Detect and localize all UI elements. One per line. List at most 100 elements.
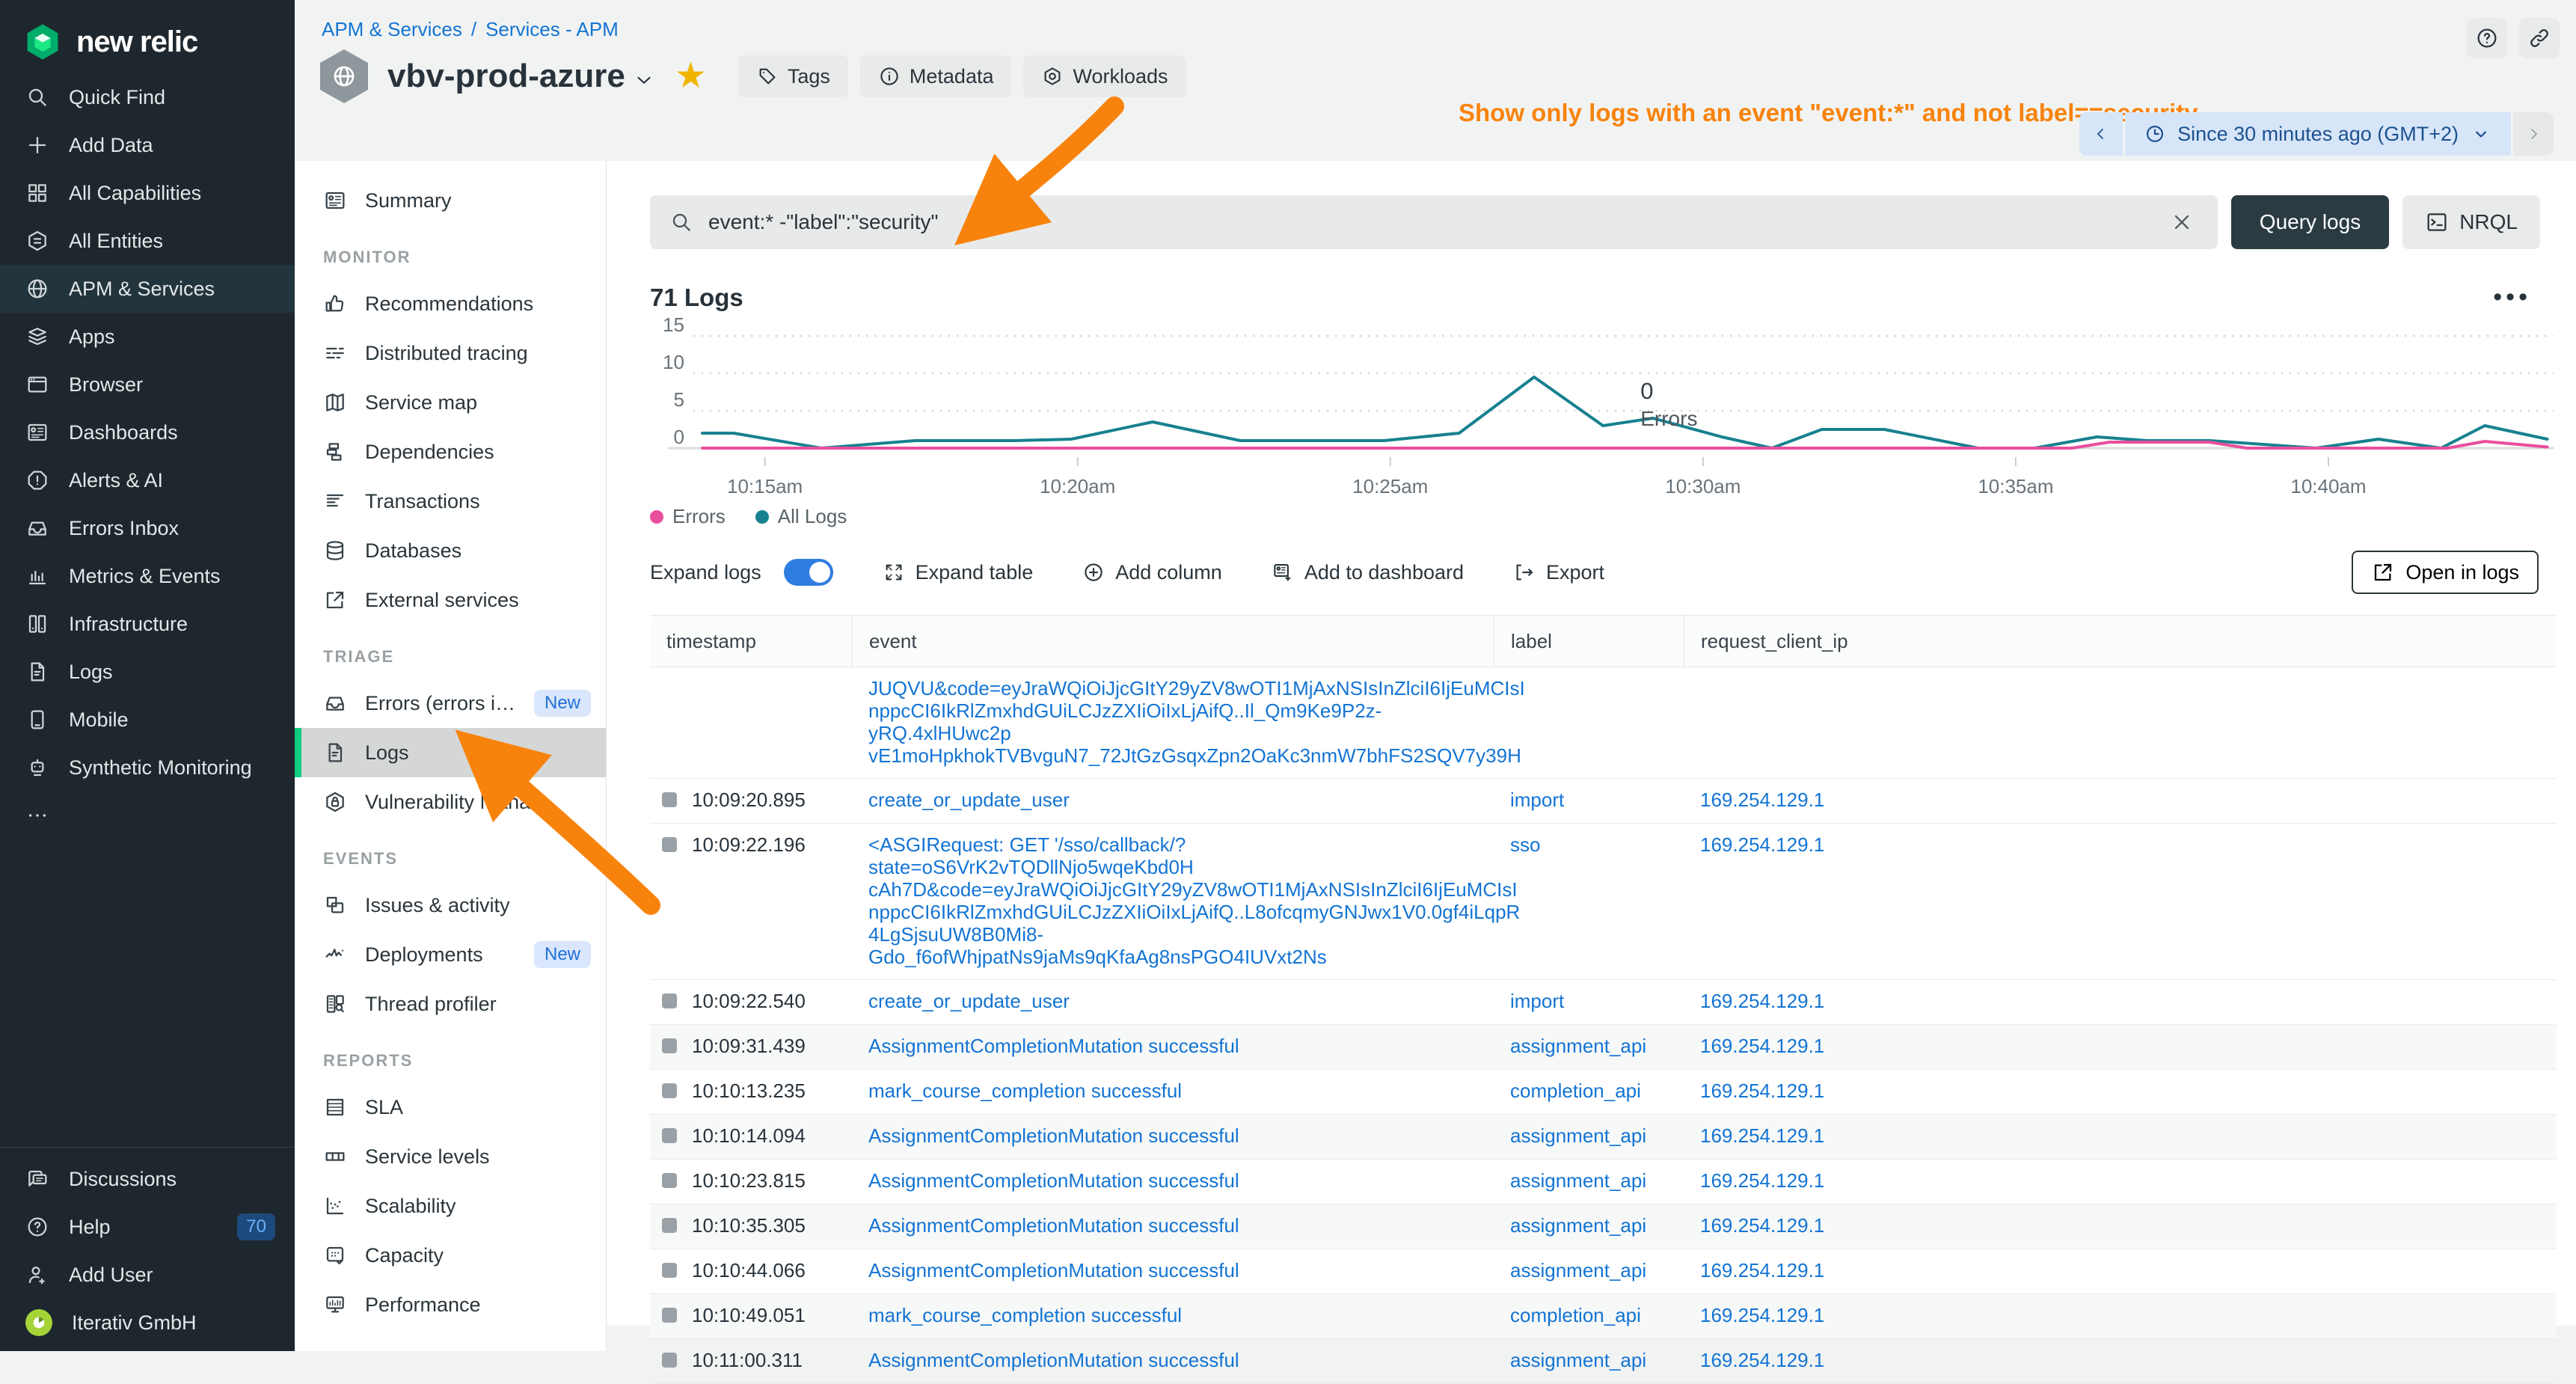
nrql-button[interactable]: NRQL xyxy=(2402,195,2540,249)
remove-column-timestamp-button[interactable] xyxy=(816,631,835,651)
table-row[interactable]: 10:11:00.311 AssignmentCompletionMutatio… xyxy=(650,1339,2557,1384)
breadcrumb-apm-services[interactable]: APM & Services xyxy=(322,18,462,40)
open-in-logs-button[interactable]: Open in logs xyxy=(2352,551,2539,594)
table-row[interactable]: 10:09:22.196 <ASGIRequest: GET '/sso/cal… xyxy=(650,824,2557,980)
newrelic-logo[interactable]: new relic xyxy=(0,0,295,63)
table-row[interactable]: 10:10:44.066 AssignmentCompletionMutatio… xyxy=(650,1249,2557,1294)
cell-label[interactable]: assignment_api xyxy=(1494,1214,1684,1237)
sidebar-item-mobile[interactable]: Mobile xyxy=(0,696,295,744)
cell-request-client-ip[interactable]: 169.254.129.1 xyxy=(1684,1035,2557,1058)
legend-all-logs[interactable]: All Logs xyxy=(755,505,847,528)
cell-event[interactable]: create_or_update_user xyxy=(852,789,1494,811)
table-row[interactable]: 10:10:13.235 mark_course_completion succ… xyxy=(650,1070,2557,1115)
cell-request-client-ip[interactable]: 169.254.129.1 xyxy=(1684,1259,2557,1282)
subnav-item-vulnerability-management[interactable]: Vulnerability Management xyxy=(295,777,606,827)
sidebar-item-add-user[interactable]: Add User xyxy=(0,1251,295,1299)
sidebar-item-help[interactable]: Help 70 xyxy=(0,1203,295,1251)
subnav-item-thread-profiler[interactable]: Thread profiler xyxy=(295,979,606,1029)
cell-event[interactable]: mark_course_completion successful xyxy=(852,1080,1494,1102)
sidebar-item-dashboards[interactable]: Dashboards xyxy=(0,408,295,456)
subnav-item-dependencies[interactable]: Dependencies xyxy=(295,427,606,477)
cell-label[interactable]: import xyxy=(1494,990,1684,1013)
cell-label[interactable]: completion_api xyxy=(1494,1080,1684,1103)
cell-request-client-ip[interactable]: 169.254.129.1 xyxy=(1684,1304,2557,1327)
table-row[interactable]: 10:09:20.895 create_or_update_user impor… xyxy=(650,779,2557,824)
sidebar-item-infrastructure[interactable]: Infrastructure xyxy=(0,600,295,648)
cell-event[interactable]: AssignmentCompletionMutation successful xyxy=(852,1214,1494,1237)
subnav-item-recommendations[interactable]: Recommendations xyxy=(295,279,606,328)
permalink-button[interactable] xyxy=(2519,18,2560,58)
sidebar-item-browser[interactable]: Browser xyxy=(0,361,295,408)
cell-label[interactable]: assignment_api xyxy=(1494,1035,1684,1058)
help-button[interactable] xyxy=(2467,18,2507,58)
cell-request-client-ip[interactable]: 169.254.129.1 xyxy=(1684,1080,2557,1103)
cell-event[interactable]: AssignmentCompletionMutation successful xyxy=(852,1169,1494,1192)
table-row[interactable]: 10:10:23.815 AssignmentCompletionMutatio… xyxy=(650,1160,2557,1204)
export-button[interactable]: Export xyxy=(1513,561,1604,584)
cell-event[interactable]: <ASGIRequest: GET '/sso/callback/?state=… xyxy=(852,833,1494,968)
table-row[interactable]: 10:10:49.051 mark_course_completion succ… xyxy=(650,1294,2557,1339)
sidebar-item-more[interactable] xyxy=(0,791,295,839)
cell-event[interactable]: create_or_update_user xyxy=(852,990,1494,1012)
subnav-item-distributed-tracing[interactable]: Distributed tracing xyxy=(295,328,606,378)
cell-request-client-ip[interactable]: 169.254.129.1 xyxy=(1684,789,2557,812)
legend-errors[interactable]: Errors xyxy=(650,505,726,528)
time-range-button[interactable]: Since 30 minutes ago (GMT+2) xyxy=(2125,112,2511,156)
cell-label[interactable]: assignment_api xyxy=(1494,1259,1684,1282)
subnav-item-issues-activity[interactable]: Issues & activity xyxy=(295,881,606,930)
sidebar-item-add-data[interactable]: Add Data xyxy=(0,121,295,169)
sidebar-item-logs[interactable]: Logs xyxy=(0,648,295,696)
cell-label[interactable]: sso xyxy=(1494,833,1684,857)
cell-event[interactable]: mark_course_completion successful xyxy=(852,1304,1494,1326)
favorite-star-icon[interactable]: ★ xyxy=(675,58,707,94)
subnav-item-transactions[interactable]: Transactions xyxy=(295,477,606,526)
entity-action-tags[interactable]: Tags xyxy=(738,55,848,97)
entity-action-workloads[interactable]: Workloads xyxy=(1023,55,1186,97)
clear-query-button[interactable] xyxy=(2165,209,2198,235)
cell-event[interactable]: AssignmentCompletionMutation successful xyxy=(852,1349,1494,1371)
subnav-item-deployments[interactable]: Deployments New xyxy=(295,930,606,979)
cell-label[interactable]: completion_api xyxy=(1494,1304,1684,1327)
entity-action-metadata[interactable]: Metadata xyxy=(860,55,1012,97)
log-query-input[interactable] xyxy=(707,209,2152,235)
cell-event[interactable]: JUQVU&code=eyJraWQiOiJjcGItY29yZV8wOTI1M… xyxy=(852,677,1494,767)
expand-table-button[interactable]: Expand table xyxy=(883,561,1034,584)
subnav-item-databases[interactable]: Databases xyxy=(295,526,606,575)
overflow-menu-button[interactable]: ••• xyxy=(2493,293,2531,303)
cell-label[interactable]: assignment_api xyxy=(1494,1124,1684,1148)
sidebar-item-quick-find[interactable]: Quick Find xyxy=(0,73,295,121)
entity-chevron-down-icon[interactable] xyxy=(633,69,655,91)
table-row[interactable]: JUQVU&code=eyJraWQiOiJjcGItY29yZV8wOTI1M… xyxy=(650,667,2557,779)
subnav-item-service-map[interactable]: Service map xyxy=(295,378,606,427)
cell-request-client-ip[interactable]: 169.254.129.1 xyxy=(1684,1214,2557,1237)
subnav-item-summary[interactable]: Summary xyxy=(295,176,606,225)
time-back-button[interactable] xyxy=(2079,112,2123,156)
add-column-button[interactable]: Add column xyxy=(1082,561,1222,584)
table-row[interactable]: 10:10:14.094 AssignmentCompletionMutatio… xyxy=(650,1115,2557,1160)
subnav-item-capacity[interactable]: Capacity xyxy=(295,1231,606,1280)
add-to-dashboard-button[interactable]: Add to dashboard xyxy=(1272,561,1464,584)
sidebar-item-apps[interactable]: Apps xyxy=(0,313,295,361)
cell-request-client-ip[interactable]: 169.254.129.1 xyxy=(1684,990,2557,1013)
sidebar-item-all-capabilities[interactable]: All Capabilities xyxy=(0,169,295,217)
subnav-item-service-levels[interactable]: Service levels xyxy=(295,1132,606,1181)
sidebar-item-discussions[interactable]: Discussions xyxy=(0,1155,295,1203)
subnav-item-sla[interactable]: SLA xyxy=(295,1083,606,1132)
table-row[interactable]: 10:09:22.540 create_or_update_user impor… xyxy=(650,980,2557,1025)
cell-request-client-ip[interactable]: 169.254.129.1 xyxy=(1684,1124,2557,1148)
table-row[interactable]: 10:09:31.439 AssignmentCompletionMutatio… xyxy=(650,1025,2557,1070)
cell-request-client-ip[interactable]: 169.254.129.1 xyxy=(1684,1169,2557,1192)
query-logs-button[interactable]: Query logs xyxy=(2231,195,2389,249)
remove-column-request-client-ip-button[interactable] xyxy=(2521,631,2540,651)
entity-name[interactable]: vbv-prod-azure xyxy=(387,58,625,95)
cell-request-client-ip[interactable]: 169.254.129.1 xyxy=(1684,1349,2557,1372)
subnav-item-performance[interactable]: Performance xyxy=(295,1280,606,1329)
cell-event[interactable]: AssignmentCompletionMutation successful xyxy=(852,1124,1494,1147)
subnav-item-logs[interactable]: Logs xyxy=(295,728,606,777)
expand-logs-toggle[interactable] xyxy=(784,559,833,586)
cell-label[interactable]: import xyxy=(1494,789,1684,812)
sidebar-item-iterativ-gmbh[interactable]: Iterativ GmbH xyxy=(0,1299,295,1347)
cell-request-client-ip[interactable]: 169.254.129.1 xyxy=(1684,833,2557,857)
subnav-item-scalability[interactable]: Scalability xyxy=(295,1181,606,1231)
sidebar-item-alerts-ai[interactable]: Alerts & AI xyxy=(0,456,295,504)
